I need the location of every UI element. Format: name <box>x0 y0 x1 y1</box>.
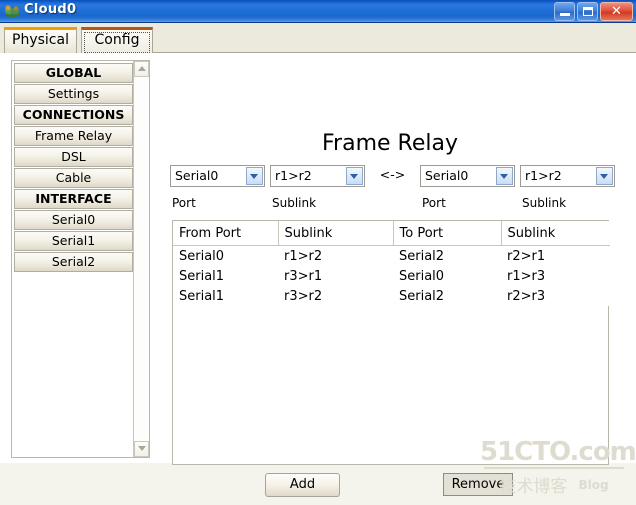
close-button[interactable]: ✕ <box>600 2 633 21</box>
sidebar-item-label: Serial0 <box>51 212 96 227</box>
tab-config[interactable]: Config <box>81 27 153 53</box>
tab-strip: Physical Config <box>0 23 636 53</box>
sidebar-item-label: Frame Relay <box>34 128 113 143</box>
page-title: Frame Relay <box>322 131 458 156</box>
to-sublink-select[interactable]: r1>r2 <box>520 165 615 187</box>
cell-from-port: Serial1 <box>173 286 278 306</box>
table-row[interactable]: Serial0 r1>r2 Serial2 r2>r1 <box>173 245 610 266</box>
selector-labels: Port Sublink Port Sublink <box>170 196 610 212</box>
window-controls: ✕ <box>554 2 633 21</box>
from-port-value: Serial0 <box>175 168 219 183</box>
cloud-device-icon <box>5 5 20 18</box>
watermark-divider <box>484 467 624 469</box>
cell-to-port: Serial2 <box>393 286 501 306</box>
frame-relay-table-panel: From Port Sublink To Port Sublink Serial… <box>172 220 610 465</box>
watermark-blog-text: Blog <box>578 477 609 492</box>
sidebar-panel: GLOBAL Settings CONNECTIONS Frame Relay … <box>11 60 150 458</box>
to-sublink-value: r1>r2 <box>525 168 562 183</box>
link-direction-indicator: <-> <box>379 167 406 182</box>
packet-tracer-device-window: Cloud0 ✕ Physical Config GLOBAL Settings… <box>0 0 636 505</box>
window-body: GLOBAL Settings CONNECTIONS Frame Relay … <box>0 53 636 505</box>
remove-button-label: Remove <box>451 477 505 492</box>
scroll-down-arrow-icon[interactable] <box>134 441 149 457</box>
cell-from-port: Serial1 <box>173 266 278 286</box>
sidebar-item-serial2[interactable]: Serial2 <box>14 252 133 272</box>
sidebar-item-settings[interactable]: Settings <box>14 84 133 104</box>
title-bar: Cloud0 ✕ <box>0 0 636 23</box>
sidebar-item-label: DSL <box>61 149 86 164</box>
from-sublink-value: r1>r2 <box>275 168 312 183</box>
chevron-down-icon[interactable] <box>346 167 363 185</box>
sidebar-item-frame-relay[interactable]: Frame Relay <box>14 126 133 146</box>
sidebar-item-dsl[interactable]: DSL <box>14 147 133 167</box>
cell-to-sublink: r1>r3 <box>501 266 610 286</box>
cell-to-port: Serial0 <box>393 266 501 286</box>
column-header-to-port[interactable]: To Port <box>393 221 502 246</box>
scroll-up-arrow-icon[interactable] <box>134 61 149 77</box>
table-row[interactable]: Serial1 r3>r2 Serial2 r2>r3 <box>173 286 610 306</box>
sidebar-item-interface[interactable]: INTERFACE <box>14 189 133 209</box>
sidebar-item-label: Serial1 <box>51 233 96 248</box>
sidebar-item-connections[interactable]: CONNECTIONS <box>14 105 133 125</box>
from-sublink-select[interactable]: r1>r2 <box>270 165 365 187</box>
sidebar-item-label: Serial2 <box>51 254 96 269</box>
tab-strip-filler <box>153 27 636 53</box>
sidebar-item-global[interactable]: GLOBAL <box>14 63 133 83</box>
cell-from-sublink: r3>r2 <box>278 286 393 306</box>
label-to-sublink: Sublink <box>522 196 567 210</box>
sidebar-item-label: Settings <box>47 86 100 101</box>
sidebar-item-serial0[interactable]: Serial0 <box>14 210 133 230</box>
chevron-down-icon[interactable] <box>496 167 513 185</box>
cell-to-sublink: r2>r3 <box>501 286 610 306</box>
label-from-port: Port <box>172 196 196 210</box>
remove-button[interactable]: Remove <box>443 473 513 496</box>
sidebar-list: GLOBAL Settings CONNECTIONS Frame Relay … <box>13 62 134 273</box>
table-header-row: From Port Sublink To Port Sublink <box>173 221 610 246</box>
frame-relay-table: From Port Sublink To Port Sublink Serial… <box>173 221 610 306</box>
maximize-button[interactable] <box>577 2 598 21</box>
cell-from-sublink: r3>r1 <box>278 266 393 286</box>
cell-from-port: Serial0 <box>173 245 278 266</box>
from-port-select[interactable]: Serial0 <box>170 165 265 187</box>
label-from-sublink: Sublink <box>272 196 317 210</box>
chevron-down-icon[interactable] <box>596 167 613 185</box>
add-button[interactable]: Add <box>265 473 340 497</box>
maximize-icon <box>583 7 593 16</box>
minimize-icon <box>560 13 570 16</box>
add-button-label: Add <box>289 477 316 492</box>
sidebar-item-cable[interactable]: Cable <box>14 168 133 188</box>
to-port-select[interactable]: Serial0 <box>420 165 515 187</box>
tab-physical-label: Physical <box>12 32 69 48</box>
sidebar-item-serial1[interactable]: Serial1 <box>14 231 133 251</box>
cell-from-sublink: r1>r2 <box>278 245 393 266</box>
cell-to-sublink: r2>r1 <box>501 245 610 266</box>
sidebar-scrollbar[interactable] <box>133 61 149 457</box>
close-icon: ✕ <box>611 4 622 19</box>
sidebar-item-label: Cable <box>55 170 92 185</box>
sidebar-item-label: INTERFACE <box>35 191 112 206</box>
tab-config-label: Config <box>94 32 140 48</box>
tab-physical[interactable]: Physical <box>4 27 77 53</box>
minimize-button[interactable] <box>554 2 575 21</box>
column-header-from-port[interactable]: From Port <box>173 221 279 246</box>
chevron-up-icon <box>138 66 146 71</box>
window-title: Cloud0 <box>24 2 77 17</box>
chevron-down-icon[interactable] <box>246 167 263 185</box>
column-header-to-sublink[interactable]: Sublink <box>501 221 610 246</box>
selector-row: Serial0 r1>r2 <-> Serial0 r1>r2 <box>170 165 615 189</box>
column-header-from-sublink[interactable]: Sublink <box>278 221 394 246</box>
label-to-port: Port <box>422 196 446 210</box>
sidebar-item-label: GLOBAL <box>45 65 102 80</box>
table-row[interactable]: Serial1 r3>r1 Serial0 r1>r3 <box>173 266 610 286</box>
sidebar-item-label: CONNECTIONS <box>22 107 125 122</box>
cell-to-port: Serial2 <box>393 245 501 266</box>
to-port-value: Serial0 <box>425 168 469 183</box>
chevron-down-icon <box>138 446 146 451</box>
